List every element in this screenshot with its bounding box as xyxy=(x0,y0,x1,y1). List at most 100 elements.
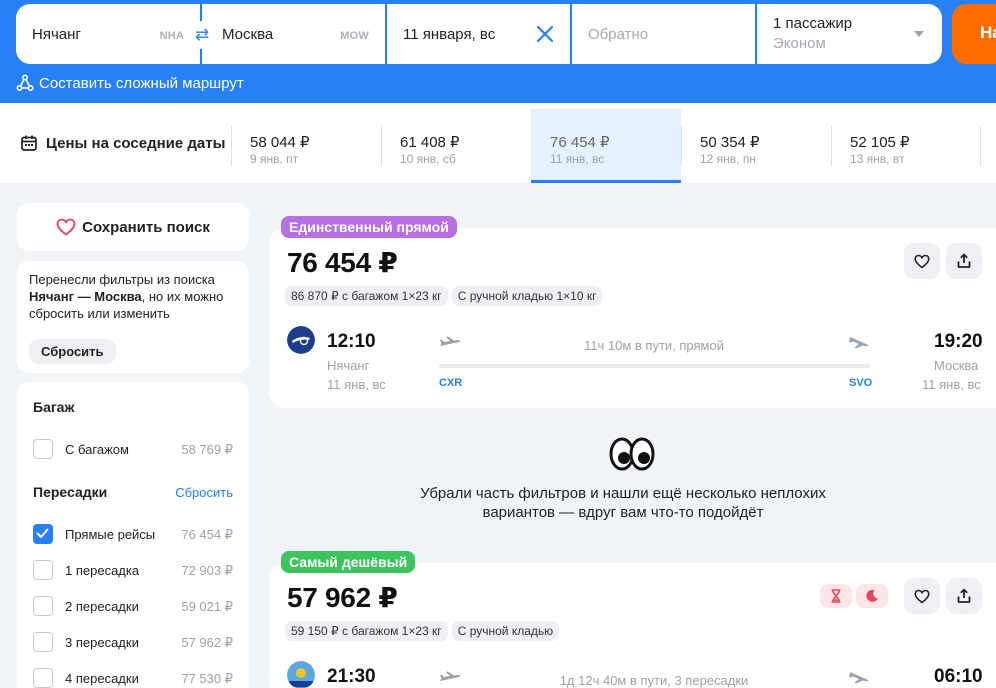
fare-chip[interactable]: С ручной кладью 1×10 кг xyxy=(451,286,603,306)
complex-route-label: Составить сложный маршрут xyxy=(39,74,244,92)
return-date-placeholder: Обратно xyxy=(588,26,649,43)
note-route: Нячанг — Москва xyxy=(29,289,142,304)
nearby-dates-label: Цены на соседние даты xyxy=(46,134,226,152)
date-option[interactable]: 50 354 ₽ 12 янв, пн xyxy=(681,109,831,183)
filter-option-baggage[interactable]: С багажом 58 769 ₽ xyxy=(33,439,233,461)
close-icon[interactable] xyxy=(532,21,558,47)
filter-option-price: 58 769 ₽ xyxy=(181,442,233,457)
moon-icon xyxy=(856,584,888,608)
fare-chip[interactable]: 59 150 ₽ с багажом 1×23 кг xyxy=(285,621,448,641)
favorite-button[interactable] xyxy=(904,243,940,279)
date-option[interactable]: 58 044 ₽ 9 янв, пт xyxy=(231,109,381,183)
filter-option-3-transfers[interactable]: 3 пересадки 57 962 ₽ xyxy=(33,632,233,654)
share-icon xyxy=(957,588,971,603)
date-price: 61 408 ₽ xyxy=(400,134,460,151)
ticket-price: 76 454 ₽ xyxy=(287,247,398,278)
filter-option-price: 59 021 ₽ xyxy=(181,599,233,614)
filter-option-label: 3 пересадки xyxy=(65,635,139,650)
filter-option-price: 57 962 ₽ xyxy=(181,635,233,650)
transfers-reset-link[interactable]: Сбросить xyxy=(175,485,233,500)
date-option-selected[interactable]: 76 454 ₽ 11 янв, вс xyxy=(531,109,681,183)
date-label: 11 янв, вс xyxy=(550,152,605,166)
notice-line: Убрали часть фильтров и нашли ещё нескол… xyxy=(420,485,826,502)
notice-line: вариантов — вдруг вам что-то подойдёт xyxy=(482,504,764,521)
origin-city: Нячанг xyxy=(32,26,81,43)
date-price: 52 105 ₽ xyxy=(850,134,910,151)
filter-option-label: 1 пересадка xyxy=(65,563,140,578)
checkbox[interactable] xyxy=(33,668,53,688)
origin-airport-code: CXR xyxy=(439,377,463,389)
filter-option-1-transfer[interactable]: 1 пересадка 72 903 ₽ xyxy=(33,560,233,582)
filter-option-4-transfers[interactable]: 4 пересадки 77 530 ₽ xyxy=(33,668,233,688)
result-badge: Единственный прямой xyxy=(281,216,457,238)
heart-icon xyxy=(914,254,930,269)
date-price: 58 044 ₽ xyxy=(250,134,310,151)
filter-option-price: 72 903 ₽ xyxy=(181,563,233,578)
date-price: 50 354 ₽ xyxy=(700,134,760,151)
date-label: 9 янв, пт xyxy=(250,152,299,166)
note-line: Перенесли фильтры из поиска xyxy=(29,272,215,287)
filter-option-direct[interactable]: Прямые рейсы 76 454 ₽ xyxy=(33,524,233,546)
filters-panel: Багаж С багажом 58 769 ₽ Пересадки Сброс… xyxy=(17,382,249,688)
passengers-field[interactable]: 1 пассажир Эконом xyxy=(757,4,942,64)
fare-chip[interactable]: 86 870 ₽ с багажом 1×23 кг xyxy=(285,286,448,306)
date-option[interactable]: 52 105 ₽ 13 янв, вт xyxy=(831,109,981,183)
departure-date: 11 янв, вс xyxy=(327,377,386,392)
departure-time: 21:30 xyxy=(327,666,376,687)
note-line: Нячанг — Москва, но их можно xyxy=(29,288,237,305)
ticket-price: 57 962 ₽ xyxy=(287,582,398,613)
passenger-count: 1 пассажир xyxy=(773,15,853,32)
date-label: 12 янв, пн xyxy=(700,152,756,166)
depart-date-field[interactable]: 11 января, вс xyxy=(387,4,570,64)
flight-duration: 11ч 10м в пути, прямой xyxy=(584,338,724,353)
ticket-card[interactable]: 76 454 ₽ 86 870 ₽ с багажом 1×23 кг С ру… xyxy=(269,228,996,408)
fare-options: 86 870 ₽ с багажом 1×23 кг С ручной клад… xyxy=(285,286,603,306)
date-option[interactable]: 61 408 ₽ 10 янв, сб xyxy=(381,109,531,183)
complex-route-link[interactable]: Составить сложный маршрут xyxy=(16,74,244,92)
filter-option-2-transfers[interactable]: 2 пересадки 59 021 ₽ xyxy=(33,596,233,618)
find-tickets-button[interactable]: На xyxy=(952,4,996,64)
cabin-class: Эконом xyxy=(773,35,826,52)
search-header: Нячанг NHA ⇄ Москва MOW 11 января, вс Об… xyxy=(0,0,996,103)
filter-option-label: 4 пересадки xyxy=(65,671,139,686)
checkbox[interactable] xyxy=(33,632,53,652)
checkbox[interactable] xyxy=(33,560,53,580)
return-date-field[interactable]: Обратно xyxy=(572,4,755,64)
departure-city: Нячанг xyxy=(327,358,370,373)
reset-filters-button[interactable]: Сбросить xyxy=(29,339,116,364)
checkbox[interactable] xyxy=(33,439,53,459)
origin-code: NHA xyxy=(159,30,184,42)
transfers-filter-title: Пересадки xyxy=(33,484,108,500)
heart-icon xyxy=(914,589,930,604)
fare-options: 59 150 ₽ с багажом 1×23 кг С ручной клад… xyxy=(285,621,560,641)
checkbox-checked[interactable] xyxy=(33,524,53,544)
arrival-time: 06:10 xyxy=(934,666,983,687)
save-search-button[interactable]: Сохранить поиск xyxy=(17,203,249,251)
filter-option-price: 76 454 ₽ xyxy=(181,527,233,542)
origin-field[interactable]: Нячанг NHA xyxy=(16,4,200,64)
checkbox[interactable] xyxy=(33,596,53,616)
flight-duration: 1д 12ч 40м в пути, 3 пересадки xyxy=(559,673,749,688)
nearby-dates-title: Цены на соседние даты xyxy=(20,134,225,152)
checkmark-icon xyxy=(36,528,49,538)
ticket-card[interactable]: 57 962 ₽ 59 150 ₽ с багажом 1×23 кг С ру… xyxy=(269,563,996,688)
landing-icon xyxy=(849,672,869,684)
chevron-down-icon xyxy=(914,31,924,37)
date-label: 10 янв, сб xyxy=(400,152,456,166)
share-button[interactable] xyxy=(946,578,982,614)
destination-city: Москва xyxy=(222,26,274,43)
fare-chip[interactable]: С ручной кладью xyxy=(451,621,560,641)
depart-date-value: 11 января, вс xyxy=(403,26,496,43)
note-line: сбросить или изменить xyxy=(29,306,170,321)
baggage-filter-title: Багаж xyxy=(33,399,75,415)
arrival-city: Москва xyxy=(934,358,979,373)
favorite-button[interactable] xyxy=(904,578,940,614)
route-icon xyxy=(16,74,34,92)
share-button[interactable] xyxy=(946,243,982,279)
swap-icon[interactable]: ⇄ xyxy=(188,21,216,49)
filter-option-price: 77 530 ₽ xyxy=(181,671,233,686)
filter-option-label: 2 пересадки xyxy=(65,599,139,614)
departure-time: 12:10 xyxy=(327,331,376,352)
destination-field[interactable]: Москва MOW xyxy=(202,4,385,64)
airline-logo xyxy=(287,326,315,354)
